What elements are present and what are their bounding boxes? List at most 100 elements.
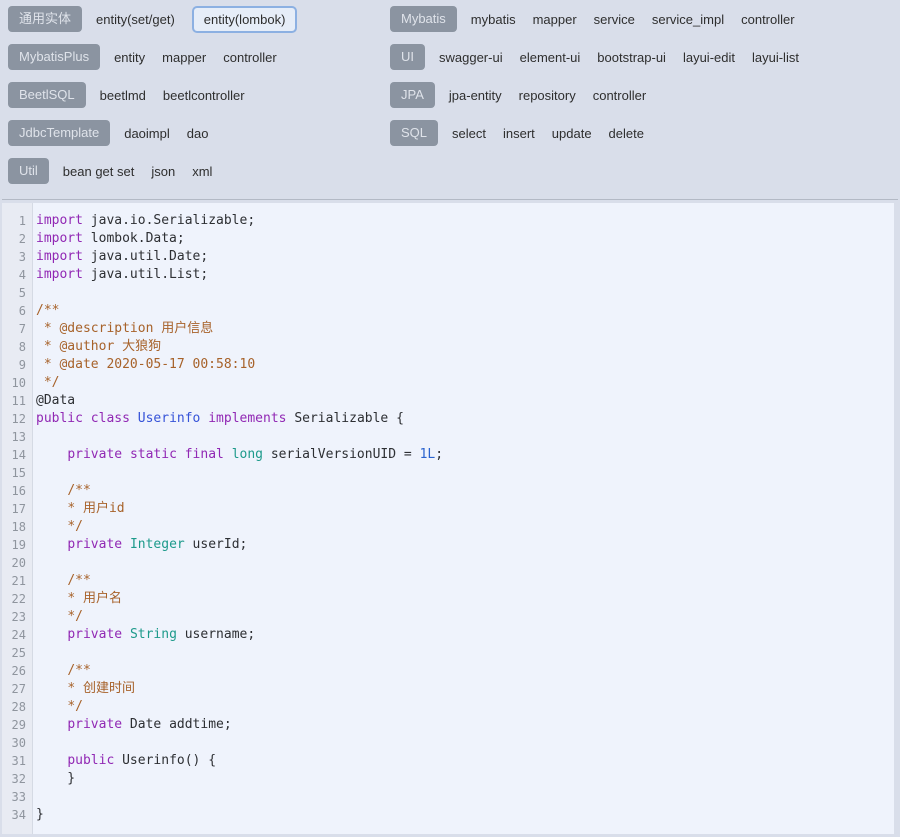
- line-number: 17: [2, 500, 32, 518]
- code-line: 27 * 创建时间: [2, 680, 894, 698]
- tab-service[interactable]: service: [594, 12, 635, 27]
- tab-layui-edit[interactable]: layui-edit: [683, 50, 735, 65]
- tab-service-impl[interactable]: service_impl: [652, 12, 724, 27]
- code-text: private static final long serialVersionU…: [32, 446, 443, 464]
- code-text: */: [32, 518, 83, 536]
- group-label-sql: SQL: [390, 120, 438, 146]
- tab-dao[interactable]: dao: [187, 126, 209, 141]
- tab-controller[interactable]: controller: [741, 12, 794, 27]
- tab-beetlcontroller[interactable]: beetlcontroller: [163, 88, 245, 103]
- line-number: 29: [2, 716, 32, 734]
- line-number: 20: [2, 554, 32, 572]
- code-line: 13: [2, 428, 894, 446]
- code-line: 5: [2, 284, 894, 302]
- code-text: /**: [32, 572, 91, 590]
- tab-update[interactable]: update: [552, 126, 592, 141]
- code-text: /**: [32, 302, 59, 320]
- line-number: 5: [2, 284, 32, 302]
- tab-select[interactable]: select: [452, 126, 486, 141]
- toolbar-group-common-entity: 通用实体 entity(set/get) entity(lombok): [8, 6, 390, 32]
- line-number: 11: [2, 392, 32, 410]
- code-text: import java.util.List;: [32, 266, 208, 284]
- code-text: }: [32, 770, 75, 788]
- code-line: 17 * 用户id: [2, 500, 894, 518]
- line-number: 28: [2, 698, 32, 716]
- code-text: [32, 284, 36, 302]
- code-line: 15: [2, 464, 894, 482]
- tab-mybatis[interactable]: mybatis: [471, 12, 516, 27]
- code-line: 23 */: [2, 608, 894, 626]
- code-text: [32, 734, 36, 752]
- tab-beetlmd[interactable]: beetlmd: [100, 88, 146, 103]
- code-text: private Date addtime;: [32, 716, 232, 734]
- line-number: 4: [2, 266, 32, 284]
- code-line: 19 private Integer userId;: [2, 536, 894, 554]
- code-panel[interactable]: 1import java.io.Serializable;2import lom…: [2, 203, 894, 834]
- tab-bean-get-set[interactable]: bean get set: [63, 164, 135, 179]
- line-number: 30: [2, 734, 32, 752]
- tab-entity[interactable]: entity: [114, 50, 145, 65]
- tab-delete[interactable]: delete: [609, 126, 644, 141]
- tab-repository[interactable]: repository: [519, 88, 576, 103]
- code-line: 30: [2, 734, 894, 752]
- tab-mapper[interactable]: mapper: [162, 50, 206, 65]
- tab-element-ui[interactable]: element-ui: [520, 50, 581, 65]
- line-number: 23: [2, 608, 32, 626]
- code-line: 16 /**: [2, 482, 894, 500]
- code-text: * 用户名: [32, 590, 122, 608]
- code-line: 6/**: [2, 302, 894, 320]
- code-line: 12public class Userinfo implements Seria…: [2, 410, 894, 428]
- tab-entity-lombok[interactable]: entity(lombok): [192, 6, 298, 33]
- code-line: 21 /**: [2, 572, 894, 590]
- line-number: 13: [2, 428, 32, 446]
- code-line: 31 public Userinfo() {: [2, 752, 894, 770]
- code-line: 18 */: [2, 518, 894, 536]
- code-line: 25: [2, 644, 894, 662]
- line-number: 25: [2, 644, 32, 662]
- tab-controller[interactable]: controller: [223, 50, 276, 65]
- code-line: 7 * @description 用户信息: [2, 320, 894, 338]
- tab-jpa-entity[interactable]: jpa-entity: [449, 88, 502, 103]
- tab-swagger-ui[interactable]: swagger-ui: [439, 50, 503, 65]
- line-number: 9: [2, 356, 32, 374]
- line-number: 31: [2, 752, 32, 770]
- toolbar-group-util: Utilbean get setjsonxml: [8, 158, 390, 184]
- code-line: 34}: [2, 806, 894, 824]
- template-toolbar: 通用实体 entity(set/get) entity(lombok) Mybatis…: [0, 0, 900, 196]
- toolbar-group-sql: SQL select insert update delete: [390, 120, 892, 146]
- code-text: */: [32, 374, 59, 392]
- code-line: 11@Data: [2, 392, 894, 410]
- line-number: 18: [2, 518, 32, 536]
- group-label-common-entity: 通用实体: [8, 6, 82, 32]
- tab-mapper[interactable]: mapper: [533, 12, 577, 27]
- code-line: 24 private String username;: [2, 626, 894, 644]
- code-text: [32, 464, 36, 482]
- line-number: 34: [2, 806, 32, 824]
- line-number: 7: [2, 320, 32, 338]
- tab-json[interactable]: json: [151, 164, 175, 179]
- tab-bootstrap-ui[interactable]: bootstrap-ui: [597, 50, 666, 65]
- code-text: public Userinfo() {: [32, 752, 216, 770]
- group-label-mybatis-plus: MybatisPlus: [8, 44, 100, 70]
- code-line: 4import java.util.List;: [2, 266, 894, 284]
- code-line: 32 }: [2, 770, 894, 788]
- toolbar-group-mybatis-plus: MybatisPlus entity mapper controller: [8, 44, 390, 70]
- code-text: */: [32, 698, 83, 716]
- tab-layui-list[interactable]: layui-list: [752, 50, 799, 65]
- tab-daoimpl[interactable]: daoimpl: [124, 126, 170, 141]
- toolbar-group-jdbc-template: JdbcTemplatedaoimpldao: [8, 120, 390, 146]
- code-text: private String username;: [32, 626, 255, 644]
- tab-xml[interactable]: xml: [192, 164, 212, 179]
- code-text: import java.io.Serializable;: [32, 212, 255, 230]
- line-number: 33: [2, 788, 32, 806]
- code-line: 33: [2, 788, 894, 806]
- code-text: * @description 用户信息: [32, 320, 213, 338]
- line-number: 2: [2, 230, 32, 248]
- group-label-mybatis: Mybatis: [390, 6, 457, 32]
- tab-entity-set-get[interactable]: entity(set/get): [96, 12, 175, 27]
- line-number: 21: [2, 572, 32, 590]
- tab-controller[interactable]: controller: [593, 88, 646, 103]
- group-label-beetlsql: BeetlSQL: [8, 82, 86, 108]
- tab-insert[interactable]: insert: [503, 126, 535, 141]
- code-line: 29 private Date addtime;: [2, 716, 894, 734]
